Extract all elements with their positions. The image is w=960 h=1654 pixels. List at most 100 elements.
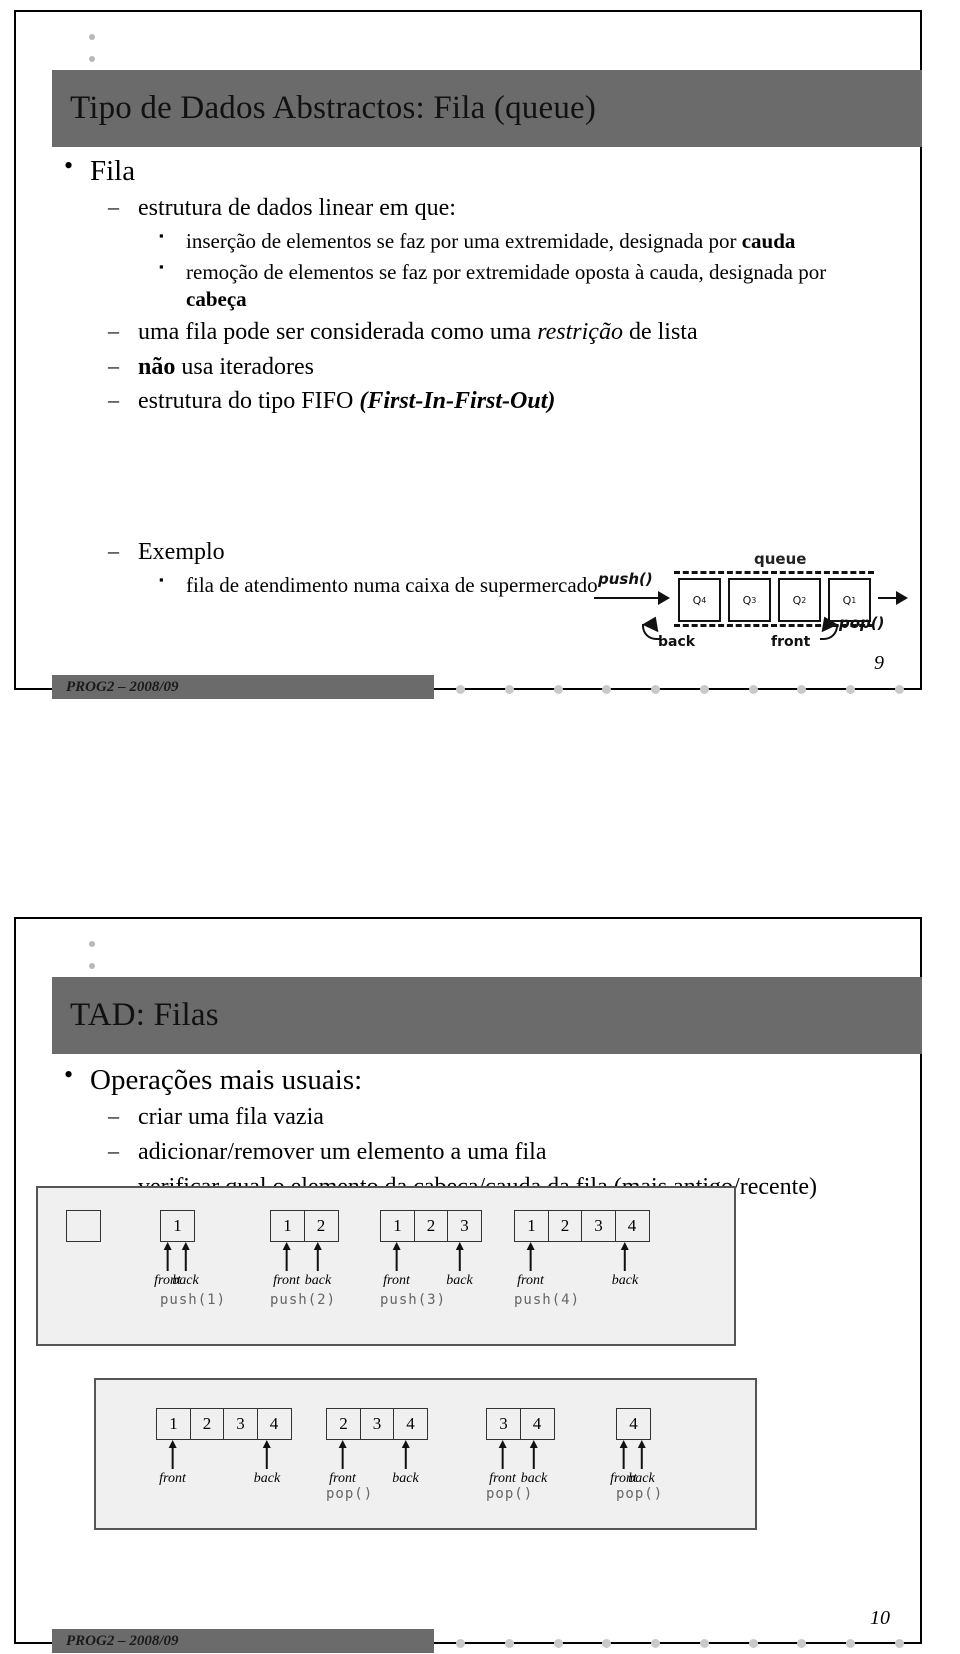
queue-pointer-front: front bbox=[517, 1242, 544, 1289]
bullet-remocao-cont: cabeça bbox=[16, 286, 920, 312]
slide-1-example-list: Exemplo fila de atendimento numa caixa d… bbox=[16, 532, 920, 598]
bullet-adicionar-remover: adicionar/remover um elemento a uma fila bbox=[16, 1138, 920, 1167]
queue-cells: 234 bbox=[326, 1408, 428, 1440]
slide-1-page-number: 9 bbox=[874, 652, 884, 674]
slide-1-bullet-list: Fila estrutura de dados linear em que: i… bbox=[16, 151, 920, 416]
queue-pointer-front: front bbox=[273, 1242, 300, 1289]
footer-dot-icon bbox=[504, 684, 514, 694]
queue-operation-label: push(2) bbox=[270, 1292, 337, 1308]
queue-pointer-back: back bbox=[446, 1242, 473, 1289]
slide-2-footer-bar: PROG2 – 2008/09 bbox=[52, 1629, 434, 1653]
queue-pointer-label: front bbox=[273, 1273, 300, 1288]
bullet-iteradores-emphasis: não bbox=[138, 353, 176, 380]
queue-cell: 2 bbox=[547, 1210, 583, 1242]
queue-cells bbox=[66, 1210, 101, 1242]
queue-pointer-layer: front back bbox=[486, 1440, 555, 1486]
queue-operation-label: pop() bbox=[616, 1486, 664, 1502]
bullet-criar-fila: criar uma fila vazia bbox=[16, 1103, 920, 1132]
pointer-shaft bbox=[171, 1447, 174, 1469]
bullet-estrutura-linear: estrutura de dados linear em que: bbox=[16, 194, 920, 223]
pointer-shaft bbox=[266, 1447, 268, 1469]
slide-2-title: TAD: Filas bbox=[70, 997, 219, 1033]
slide-2-title-band: TAD: Filas bbox=[52, 977, 922, 1054]
queue-cell: 2 bbox=[303, 1210, 339, 1242]
bullet-exemplo-detalhe: fila de atendimento numa caixa de superm… bbox=[16, 572, 920, 598]
queue-cells: 1 bbox=[160, 1210, 195, 1242]
footer-dot-icon bbox=[748, 1638, 758, 1648]
queue-cells: 4 bbox=[616, 1408, 651, 1440]
queue-pointer-front: front bbox=[159, 1440, 186, 1487]
queue-operation-label: pop() bbox=[486, 1486, 534, 1502]
bullet-remocao-emphasis: cabeça bbox=[186, 286, 247, 311]
queue-cell: 4 bbox=[616, 1408, 651, 1440]
footer-dot-icon bbox=[456, 1638, 465, 1648]
footer-dot-icon bbox=[651, 1638, 661, 1648]
bullet-operacoes: Operações mais usuais: bbox=[16, 1060, 920, 1097]
queue-state-group: 4 front back bbox=[610, 1408, 655, 1486]
queue-pointer-back: back bbox=[392, 1440, 419, 1487]
queue-pointer-front: front bbox=[489, 1440, 516, 1487]
bullet-restricao-emphasis: restrição bbox=[537, 318, 623, 345]
queue-pointer-label: front bbox=[159, 1471, 186, 1486]
queue-pointer-label: back bbox=[392, 1471, 419, 1486]
queue-front-label: front bbox=[771, 634, 811, 650]
pointer-shaft bbox=[317, 1249, 319, 1271]
queue-cell: 1 bbox=[156, 1408, 191, 1440]
decorative-dot-icon bbox=[89, 941, 95, 947]
queue-cell bbox=[66, 1210, 101, 1242]
queue-pointer-back: back bbox=[628, 1440, 655, 1487]
queue-pointer-front: front bbox=[329, 1440, 356, 1487]
bullet-restricao-post: de lista bbox=[622, 318, 698, 345]
queue-cell: 2 bbox=[189, 1408, 225, 1440]
queue-pointer-back: back bbox=[254, 1440, 280, 1487]
bullet-remocao-text: remoção de elementos se faz por extremid… bbox=[186, 260, 827, 285]
pointer-shaft bbox=[622, 1447, 625, 1469]
pointer-shaft bbox=[533, 1447, 535, 1469]
queue-operation-label: push(1) bbox=[160, 1292, 227, 1308]
queue-pointer-back: back bbox=[612, 1242, 638, 1289]
queue-state-group bbox=[66, 1210, 101, 1276]
queue-cells: 34 bbox=[486, 1408, 555, 1440]
pointer-shaft bbox=[404, 1447, 407, 1469]
footer-dot-icon bbox=[846, 1638, 856, 1648]
queue-cell: 1 bbox=[270, 1210, 305, 1242]
queue-pointer-label: back bbox=[172, 1273, 199, 1288]
queue-cell: 4 bbox=[614, 1210, 650, 1242]
pointer-shaft bbox=[458, 1249, 461, 1271]
queue-cell: 3 bbox=[223, 1408, 258, 1440]
pointer-shaft bbox=[501, 1447, 504, 1469]
footer-dot-icon bbox=[602, 684, 612, 694]
queue-front-connector-icon bbox=[820, 624, 838, 640]
queue-operation-label: push(3) bbox=[380, 1292, 447, 1308]
queue-pointer-back: back bbox=[305, 1242, 331, 1289]
slide-2-page-number: 10 bbox=[870, 1607, 890, 1629]
queue-pointer-label: back bbox=[446, 1273, 473, 1288]
pointer-shaft bbox=[341, 1447, 344, 1469]
slide-2-footer-text: PROG2 – 2008/09 bbox=[66, 1632, 179, 1649]
bullet-insercao: inserção de elementos se faz por uma ext… bbox=[16, 228, 920, 254]
queue-back-label: back bbox=[658, 634, 696, 650]
queue-cell: 4 bbox=[519, 1408, 555, 1440]
decorative-dot-icon bbox=[89, 963, 95, 969]
footer-dot-icon bbox=[553, 684, 563, 694]
queue-cell: 3 bbox=[486, 1408, 521, 1440]
queue-pointer-back: back bbox=[521, 1440, 547, 1487]
queue-operation-label: pop() bbox=[326, 1486, 374, 1502]
slide-2-body: Operações mais usuais: criar uma fila va… bbox=[16, 1059, 920, 1202]
queue-pointer-layer: front back bbox=[380, 1242, 482, 1288]
footer-dot-icon bbox=[846, 684, 856, 694]
bullet-iteradores-post: usa iteradores bbox=[175, 353, 314, 380]
pointer-shaft bbox=[166, 1249, 169, 1271]
queue-pointer-layer: front back bbox=[610, 1440, 655, 1486]
bullet-fifo: estrutura do tipo FIFO (First-In-First-O… bbox=[16, 387, 920, 416]
footer-dot-icon bbox=[797, 1638, 807, 1648]
bullet-insercao-text: inserção de elementos se faz por uma ext… bbox=[186, 229, 742, 254]
bullet-remocao: remoção de elementos se faz por extremid… bbox=[16, 259, 920, 285]
queue-pointer-label: back bbox=[628, 1471, 655, 1486]
pointer-shaft bbox=[529, 1249, 532, 1271]
queue-cell: 2 bbox=[326, 1408, 361, 1440]
queue-pointer-label: front bbox=[329, 1471, 356, 1486]
queue-cell: 2 bbox=[413, 1210, 449, 1242]
queue-state-group: 1 2 3 4 front back bbox=[156, 1408, 292, 1486]
queue-state-group: 1 2 3 4 front back bbox=[514, 1210, 650, 1288]
